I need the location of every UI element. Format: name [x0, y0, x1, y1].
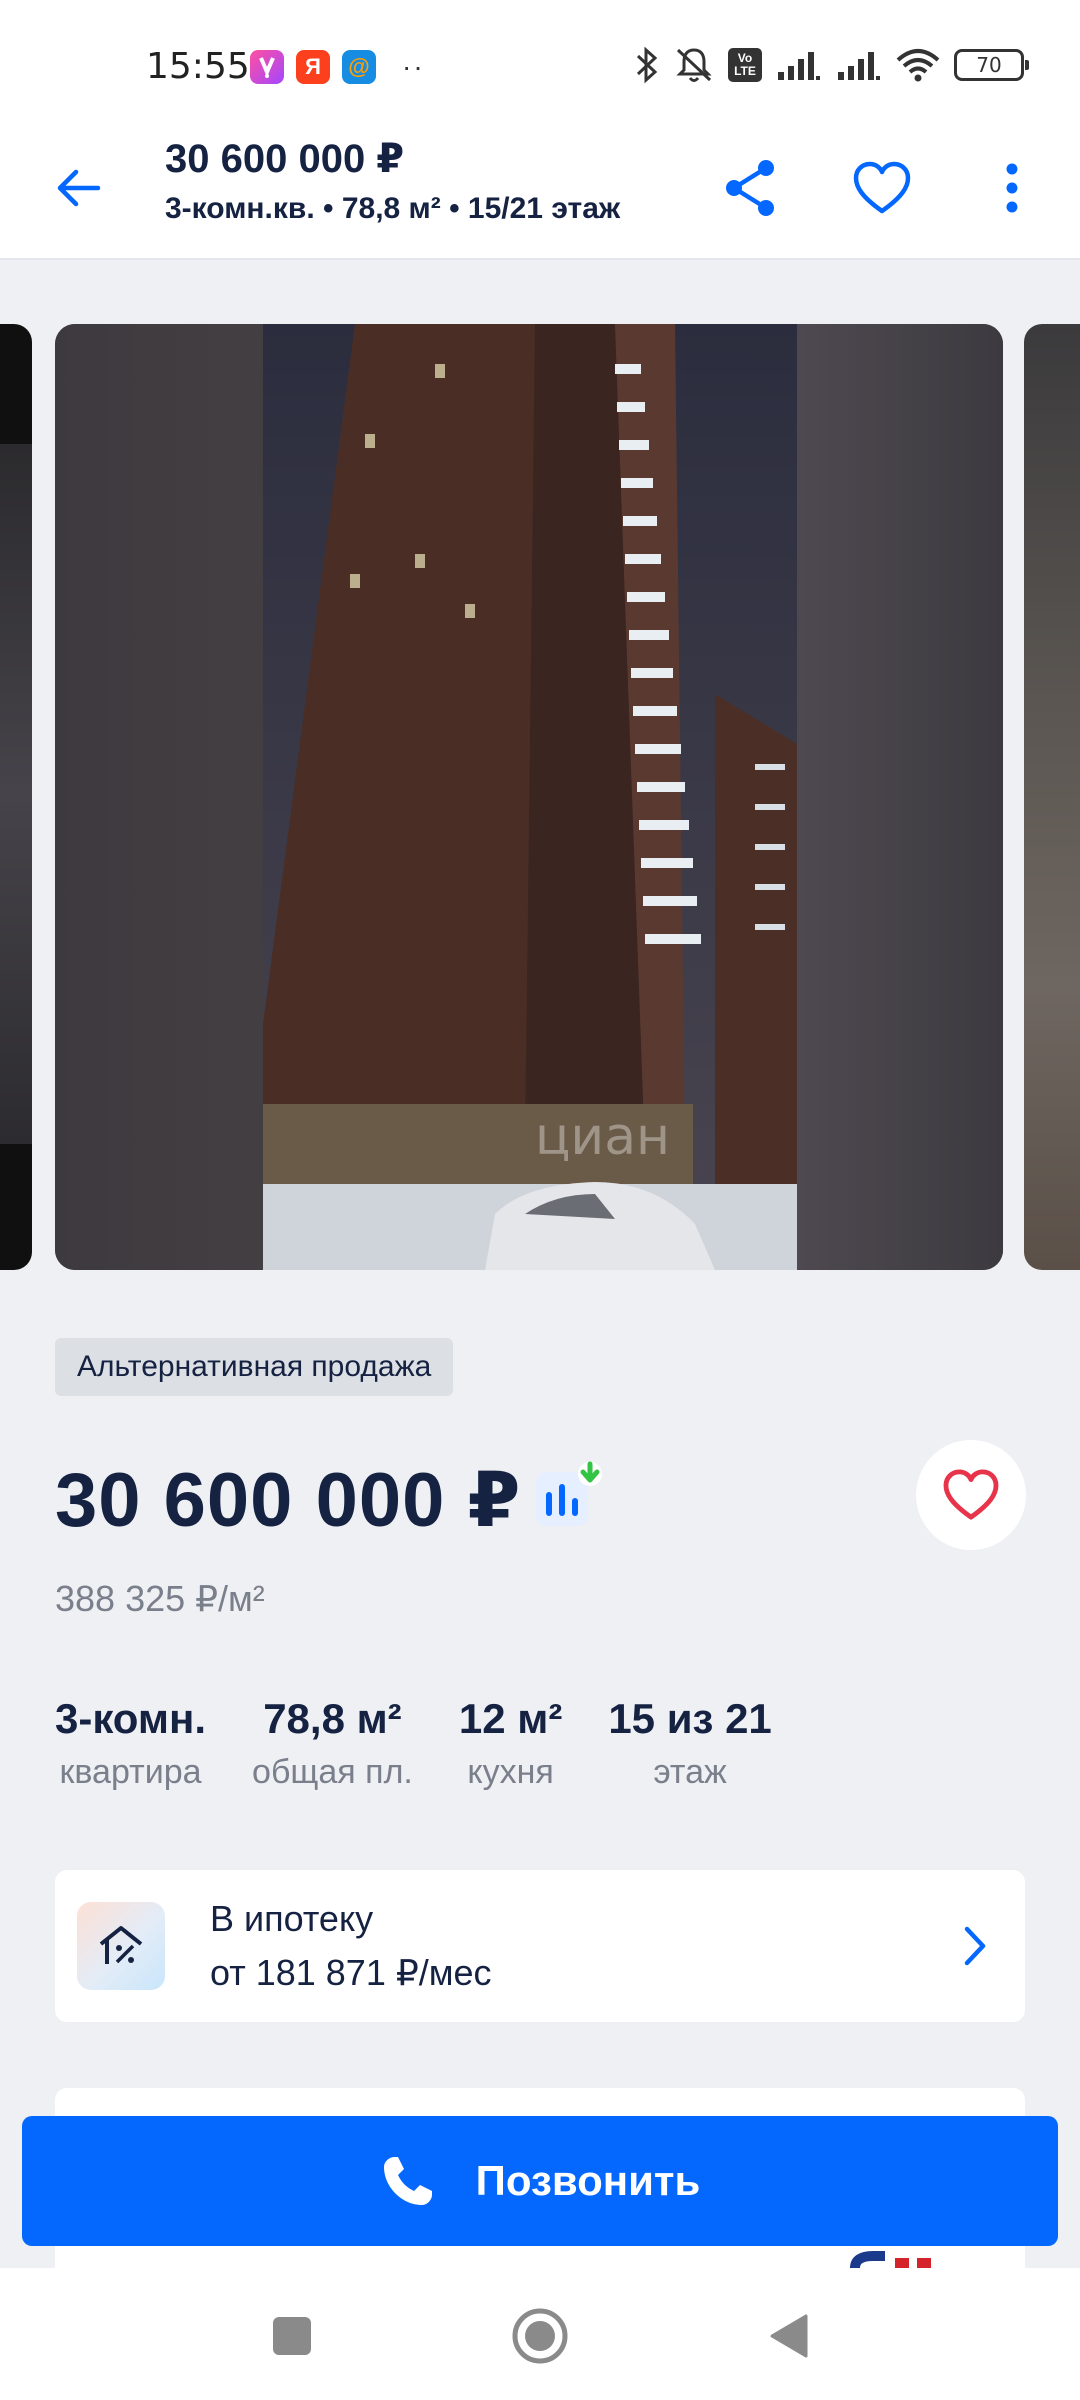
mail-app-icon: @ — [342, 50, 376, 84]
back-button[interactable] — [40, 150, 116, 226]
fact-value: 78,8 м² — [263, 1695, 402, 1742]
square-icon — [273, 2317, 311, 2355]
price-history-button[interactable] — [532, 1460, 602, 1530]
bluetooth-icon — [636, 46, 658, 84]
mortgage-payment: от 181 871 ₽/мес — [210, 1952, 492, 1993]
more-menu-button[interactable] — [974, 150, 1050, 226]
more-vertical-icon — [1006, 163, 1018, 213]
fact-value: 12 м² — [458, 1695, 563, 1742]
call-button-label: Позвонить — [475, 2157, 701, 2204]
volte-icon: Vo LTE — [728, 48, 762, 82]
system-navigation-bar — [0, 2268, 1080, 2400]
key-facts: 3-комн. квартира 78,8 м² общая пл. 12 м²… — [55, 1695, 818, 1792]
price: 30 600 000 ₽ — [55, 1458, 522, 1543]
price-per-square-meter: 388 325 ₽/м² — [55, 1578, 265, 1619]
recents-button[interactable] — [256, 2300, 328, 2372]
fact-label: этаж — [653, 1753, 727, 1791]
fact-value: 3-комн. — [55, 1695, 207, 1742]
status-bar: 15:55 Я @ ·· Vo LTE 70 — [0, 0, 1080, 130]
chevron-right-icon — [943, 1914, 1007, 1978]
heart-icon — [943, 1469, 999, 1520]
home-button[interactable] — [504, 2300, 576, 2372]
fact-label: квартира — [59, 1753, 202, 1791]
header-title: 30 600 000 ₽ — [165, 137, 405, 181]
fact-label: общая пл. — [252, 1753, 413, 1791]
mortgage-title: В ипотеку — [210, 1898, 374, 1939]
signal-icon — [778, 52, 820, 80]
next-photo[interactable] — [1024, 324, 1080, 1270]
wifi-icon — [896, 49, 940, 82]
watermark-text: циан — [535, 1107, 670, 1167]
share-button[interactable] — [712, 150, 788, 226]
price-chart-icon — [536, 1461, 602, 1526]
vk-app-icon — [250, 50, 284, 84]
fact-label: кухня — [467, 1753, 554, 1791]
call-button[interactable]: Позвонить — [22, 2116, 1058, 2246]
heart-outline-icon — [853, 161, 911, 214]
phone-icon — [383, 2157, 432, 2205]
status-time: 15:55 — [146, 46, 250, 87]
notification-icons: Я @ ·· — [250, 50, 425, 84]
building-photo: циан — [55, 324, 1003, 1270]
mute-icon — [676, 48, 712, 82]
main-photo[interactable]: циан — [55, 324, 1003, 1270]
header-subtitle: 3-комн.кв. • 78,8 м² • 15/21 этаж — [165, 192, 621, 225]
triangle-back-icon — [770, 2314, 808, 2358]
mortgage-house-icon — [77, 1902, 165, 1990]
photo-gallery[interactable]: циан — [0, 324, 1080, 1270]
fact-kitchen: 12 м² кухня — [459, 1695, 562, 1792]
fact-rooms: 3-комн. квартира — [55, 1695, 206, 1792]
fact-area: 78,8 м² общая пл. — [252, 1695, 413, 1792]
yandex-app-icon: Я — [296, 50, 330, 84]
fact-floor: 15 из 21 этаж — [608, 1695, 771, 1792]
circle-icon — [512, 2308, 568, 2364]
previous-photo[interactable] — [0, 324, 32, 1270]
favorite-button[interactable] — [916, 1440, 1026, 1550]
signal-icon-2 — [838, 52, 880, 80]
system-icons: Vo LTE 70 — [634, 46, 1029, 84]
more-notifications-icon: ·· — [402, 51, 425, 82]
back-nav-button[interactable] — [752, 2300, 824, 2372]
app-header: 30 600 000 ₽ 3-комн.кв. • 78,8 м² • 15/2… — [0, 130, 1080, 260]
fact-value: 15 из 21 — [608, 1695, 772, 1742]
mortgage-card[interactable]: В ипотеку от 181 871 ₽/мес — [55, 1870, 1025, 2022]
arrow-left-icon — [57, 169, 101, 207]
sale-type-badge: Альтернативная продажа — [55, 1338, 454, 1396]
battery-icon: 70 — [954, 49, 1029, 81]
share-icon — [726, 160, 774, 216]
favorite-header-button[interactable] — [844, 150, 920, 226]
